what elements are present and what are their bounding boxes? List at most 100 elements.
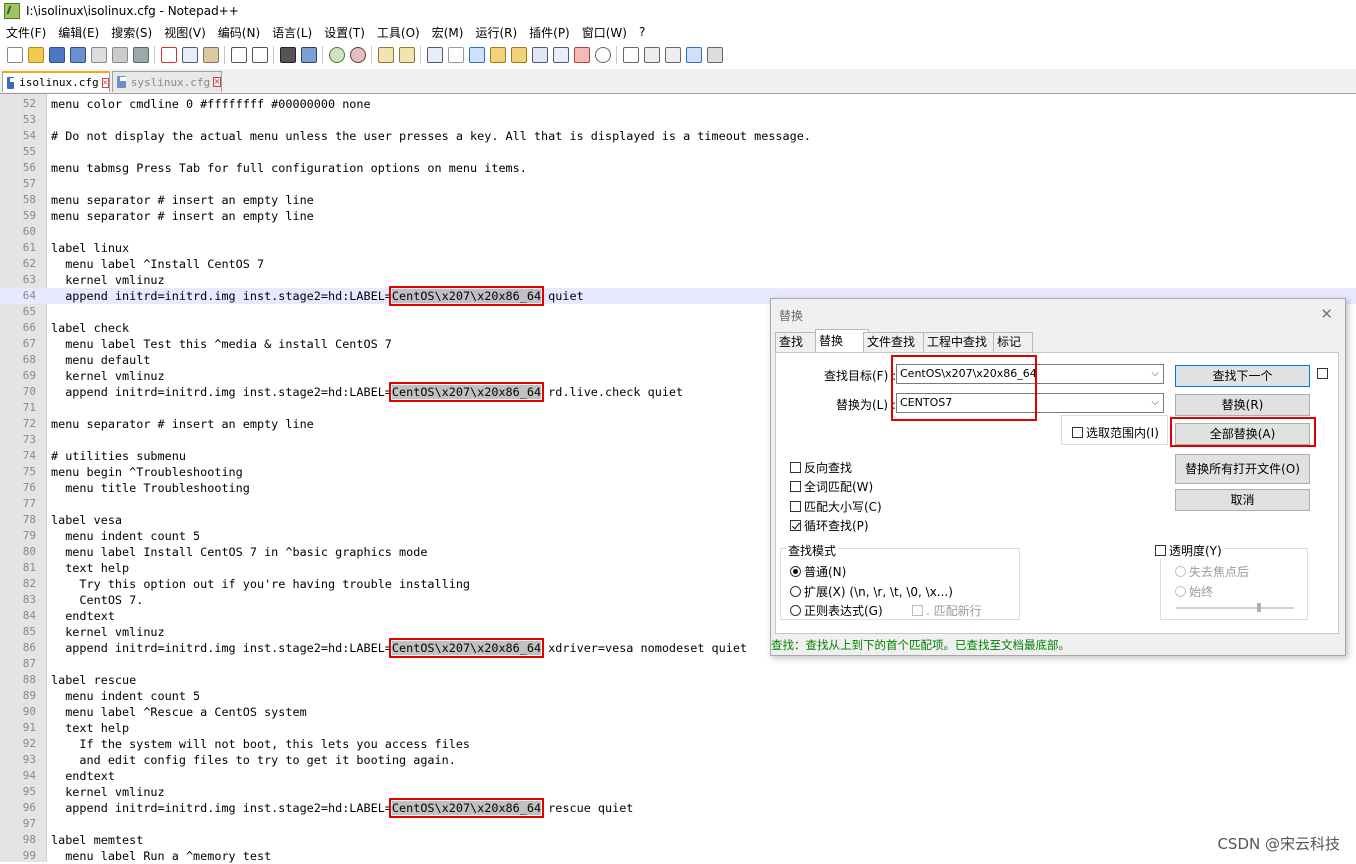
- code-line[interactable]: 61 label linux: [0, 240, 1356, 256]
- chevron-down-icon[interactable]: ⌵: [1151, 394, 1159, 412]
- menu-settings[interactable]: 设置(T): [318, 24, 371, 41]
- code-line[interactable]: 59 menu separator # insert an empty line: [0, 208, 1356, 224]
- match-case-checkbox[interactable]: 匹配大小写(C): [790, 498, 882, 515]
- transparency-on-lose-focus-radio[interactable]: 失去焦点后: [1175, 563, 1249, 580]
- tab-find-in-project[interactable]: 工程中查找: [923, 332, 999, 352]
- code-line[interactable]: 56 menu tabmsg Press Tab for full configu…: [0, 160, 1356, 176]
- code-line[interactable]: 58 menu separator # insert an empty line: [0, 192, 1356, 208]
- chevron-down-icon[interactable]: ⌵: [1151, 365, 1159, 383]
- tab-find-in-files[interactable]: 文件查找: [863, 332, 929, 352]
- save-all-icon[interactable]: [69, 47, 86, 63]
- define-language-icon[interactable]: [489, 47, 506, 63]
- monitoring-icon[interactable]: [594, 47, 611, 63]
- tab-isolinux-cfg[interactable]: isolinux.cfg ✕: [2, 71, 110, 92]
- document-list-icon[interactable]: [531, 47, 548, 63]
- code-line[interactable]: 55: [0, 144, 1356, 160]
- tab-mark[interactable]: 标记: [993, 332, 1033, 352]
- line-text: append initrd=initrd.img inst.stage2=hd:…: [51, 382, 683, 402]
- menu-view[interactable]: 视图(V): [158, 24, 212, 41]
- run-macro-multiple-icon[interactable]: [685, 47, 702, 63]
- dot-matches-newline-checkbox[interactable]: . 匹配新行: [912, 602, 982, 619]
- code-line[interactable]: 96 append initrd=initrd.img inst.stage2=…: [0, 798, 1356, 818]
- code-line[interactable]: 54 # Do not display the actual menu unles…: [0, 128, 1356, 144]
- code-line[interactable]: 90 menu label ^Rescue a CentOS system: [0, 704, 1356, 720]
- undo-icon[interactable]: [230, 47, 247, 63]
- code-line[interactable]: 63 kernel vmlinuz: [0, 272, 1356, 288]
- print-icon[interactable]: [132, 47, 149, 63]
- menu-language[interactable]: 语言(L): [266, 24, 318, 41]
- zoom-out-icon[interactable]: [349, 47, 366, 63]
- tab-close-icon[interactable]: ✕: [101, 77, 109, 88]
- show-all-characters-icon[interactable]: [447, 47, 464, 63]
- menu-window[interactable]: 窗口(W): [576, 24, 633, 41]
- indent-guide-icon[interactable]: [468, 47, 485, 63]
- code-line[interactable]: 92 If the system will not boot, this let…: [0, 736, 1356, 752]
- wrap-around-checkbox[interactable]: 循环查找(P): [790, 517, 869, 534]
- transparency-slider-track[interactable]: [1176, 607, 1294, 609]
- close-icon[interactable]: ✕: [1320, 305, 1333, 323]
- find-icon[interactable]: [279, 47, 296, 63]
- replace-button[interactable]: 替换(R): [1175, 394, 1310, 416]
- menu-macro[interactable]: 宏(M): [426, 24, 470, 41]
- in-selection-checkbox[interactable]: 选取范围内(I): [1072, 424, 1159, 441]
- code-line[interactable]: 53: [0, 112, 1356, 128]
- new-file-icon[interactable]: [6, 47, 23, 63]
- find-next-button[interactable]: 查找下一个: [1175, 365, 1310, 387]
- menu-tools[interactable]: 工具(O): [371, 24, 426, 41]
- stop-recording-icon[interactable]: [643, 47, 660, 63]
- code-line[interactable]: 62 menu label ^Install CentOS 7: [0, 256, 1356, 272]
- code-line[interactable]: 98 label memtest: [0, 832, 1356, 848]
- open-file-icon[interactable]: [27, 47, 44, 63]
- code-line[interactable]: 94 endtext: [0, 768, 1356, 784]
- backward-direction-checkbox[interactable]: 反向查找: [790, 459, 852, 476]
- transparency-always-radio[interactable]: 始终: [1175, 583, 1213, 600]
- transparency-checkbox[interactable]: 透明度(Y): [1155, 542, 1224, 559]
- sync-vertical-icon[interactable]: [377, 47, 394, 63]
- code-line[interactable]: 88 label rescue: [0, 672, 1356, 688]
- menu-file[interactable]: 文件(F): [0, 24, 52, 41]
- copy-icon[interactable]: [181, 47, 198, 63]
- redo-icon[interactable]: [251, 47, 268, 63]
- tab-syslinux-cfg[interactable]: syslinux.cfg ✕: [112, 71, 222, 92]
- close-file-icon[interactable]: [90, 47, 107, 63]
- transparency-slider-thumb[interactable]: [1256, 603, 1261, 612]
- code-line[interactable]: 93 and edit config files to try to get i…: [0, 752, 1356, 768]
- paste-icon[interactable]: [202, 47, 219, 63]
- replace-all-in-open-docs-button[interactable]: 替换所有打开文件(O): [1175, 454, 1310, 484]
- two-button-mode-checkbox[interactable]: [1317, 368, 1331, 379]
- sync-horizontal-icon[interactable]: [398, 47, 415, 63]
- code-line[interactable]: 57: [0, 176, 1356, 192]
- menu-plugins[interactable]: 插件(P): [523, 24, 576, 41]
- close-all-icon[interactable]: [111, 47, 128, 63]
- code-line[interactable]: 91 text help: [0, 720, 1356, 736]
- search-mode-normal-radio[interactable]: 普通(N): [790, 563, 846, 580]
- code-line[interactable]: 60: [0, 224, 1356, 240]
- tab-close-icon[interactable]: ✕: [213, 77, 221, 87]
- menu-help[interactable]: ?: [633, 25, 651, 39]
- code-line[interactable]: 87: [0, 656, 1356, 672]
- cut-icon[interactable]: [160, 47, 177, 63]
- folder-workspace-icon[interactable]: [573, 47, 590, 63]
- record-macro-icon[interactable]: [622, 47, 639, 63]
- save-macro-icon[interactable]: [706, 47, 723, 63]
- function-list-icon[interactable]: [552, 47, 569, 63]
- menu-edit[interactable]: 编辑(E): [52, 24, 105, 41]
- cancel-button[interactable]: 取消: [1175, 489, 1310, 511]
- search-mode-regex-radio[interactable]: 正则表达式(G): [790, 602, 883, 619]
- match-whole-word-checkbox[interactable]: 全词匹配(W): [790, 478, 873, 495]
- tab-replace[interactable]: 替换: [815, 329, 869, 353]
- word-wrap-icon[interactable]: [426, 47, 443, 63]
- document-map-icon[interactable]: [510, 47, 527, 63]
- code-line[interactable]: 97: [0, 816, 1356, 832]
- zoom-in-icon[interactable]: [328, 47, 345, 63]
- menu-encoding[interactable]: 编码(N): [212, 24, 266, 41]
- replace-icon[interactable]: [300, 47, 317, 63]
- save-icon[interactable]: [48, 47, 65, 63]
- code-line[interactable]: 89 menu indent count 5: [0, 688, 1356, 704]
- code-line[interactable]: 95 kernel vmlinuz: [0, 784, 1356, 800]
- code-line[interactable]: 52 menu color cmdline 0 #ffffffff #000000…: [0, 96, 1356, 112]
- menu-search[interactable]: 搜索(S): [105, 24, 158, 41]
- menu-run[interactable]: 运行(R): [469, 24, 523, 41]
- search-mode-extended-radio[interactable]: 扩展(X) (\n, \r, \t, \0, \x...): [790, 583, 953, 600]
- playback-macro-icon[interactable]: [664, 47, 681, 63]
